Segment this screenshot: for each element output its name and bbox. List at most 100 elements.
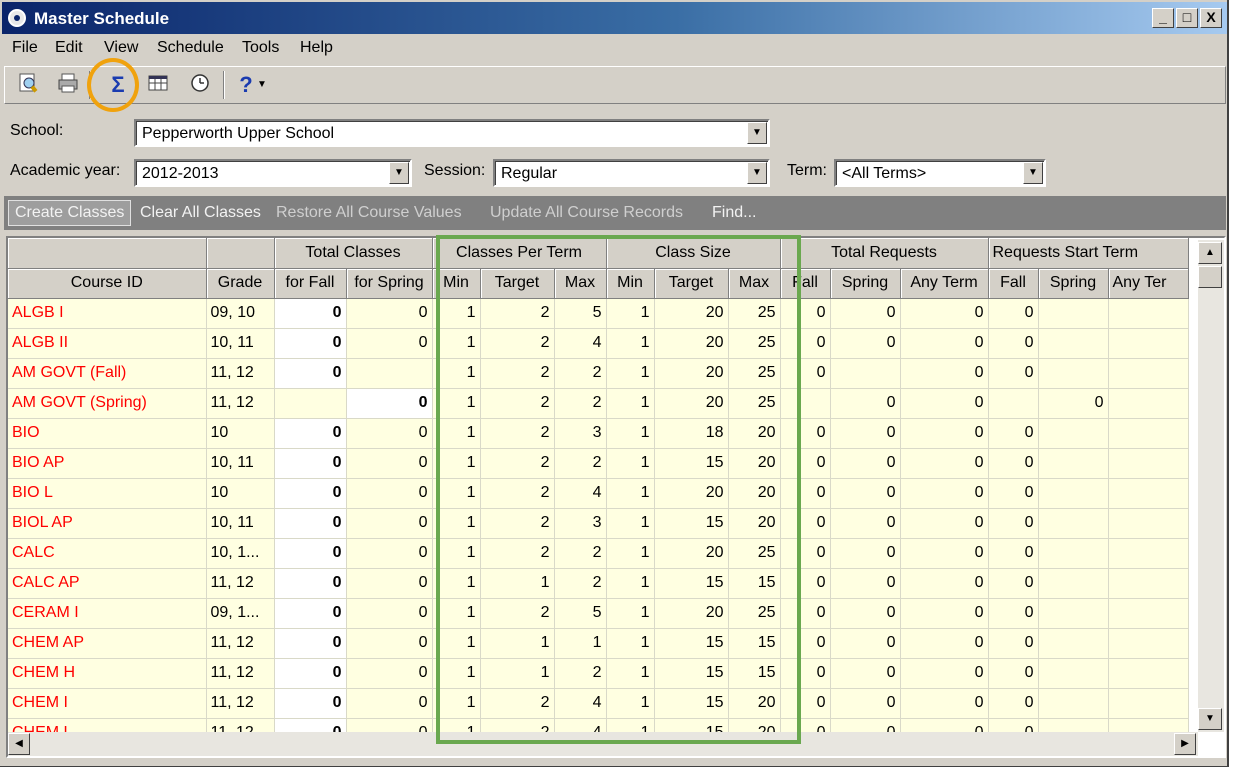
table-cell[interactable]: 0 <box>900 478 989 509</box>
table-cell[interactable] <box>1108 658 1189 689</box>
course-id-cell[interactable]: CALC AP <box>8 568 207 599</box>
table-cell[interactable] <box>1038 688 1109 719</box>
table-cell[interactable]: 0 <box>830 688 901 719</box>
table-cell[interactable]: 11, 12 <box>206 628 275 659</box>
table-cell[interactable]: 09, 10 <box>206 298 275 329</box>
printer-icon[interactable] <box>55 72 81 98</box>
clear-all-classes-button[interactable]: Clear All Classes <box>140 204 261 222</box>
column-header[interactable]: Any Ter <box>1108 268 1189 299</box>
table-cell[interactable]: 0 <box>346 628 433 659</box>
column-header[interactable]: Spring <box>830 268 901 299</box>
term-select[interactable]: <All Terms> ▼ <box>834 159 1046 187</box>
table-cell[interactable] <box>1038 448 1109 479</box>
table-cell[interactable]: 0 <box>900 418 989 449</box>
table-cell[interactable]: 10 <box>206 478 275 509</box>
close-button[interactable]: X <box>1200 8 1222 28</box>
create-classes-button[interactable]: Create Classes <box>8 200 132 226</box>
chevron-down-icon[interactable]: ▼ <box>747 122 767 144</box>
table-cell[interactable]: 0 <box>900 448 989 479</box>
table-cell[interactable]: 0 <box>900 628 989 659</box>
table-cell[interactable]: 0 <box>274 358 347 389</box>
table-cell[interactable] <box>1038 538 1109 569</box>
table-cell[interactable] <box>830 358 901 389</box>
table-cell[interactable]: 0 <box>988 658 1039 689</box>
update-all-course-records-button[interactable]: Update All Course Records <box>490 204 683 222</box>
menu-edit[interactable]: Edit <box>55 39 83 57</box>
column-header[interactable]: Grade <box>206 268 275 299</box>
table-cell[interactable] <box>1108 328 1189 359</box>
table-cell[interactable] <box>1038 658 1109 689</box>
table-cell[interactable]: 11, 12 <box>206 658 275 689</box>
table-cell[interactable]: 0 <box>274 298 347 329</box>
table-cell[interactable]: 0 <box>346 388 433 419</box>
table-cell[interactable] <box>1038 418 1109 449</box>
column-header[interactable]: for Spring <box>346 268 433 299</box>
help-dropdown-arrow-icon[interactable]: ▼ <box>255 72 269 98</box>
table-cell[interactable] <box>1038 598 1109 629</box>
table-cell[interactable]: 0 <box>830 538 901 569</box>
menu-view[interactable]: View <box>104 39 138 57</box>
table-cell[interactable]: 11, 12 <box>206 688 275 719</box>
find-button[interactable]: Find... <box>712 204 756 222</box>
table-cell[interactable]: 0 <box>988 328 1039 359</box>
table-cell[interactable] <box>1108 598 1189 629</box>
chevron-down-icon[interactable]: ▼ <box>389 162 409 184</box>
course-id-cell[interactable]: BIO AP <box>8 448 207 479</box>
table-cell[interactable]: 0 <box>900 388 989 419</box>
table-cell[interactable]: 0 <box>346 538 433 569</box>
table-cell[interactable]: 0 <box>830 388 901 419</box>
table-cell[interactable]: 0 <box>988 418 1039 449</box>
table-cell[interactable]: 0 <box>988 508 1039 539</box>
menu-schedule[interactable]: Schedule <box>157 39 224 57</box>
table-cell[interactable] <box>1038 568 1109 599</box>
restore-all-course-values-button[interactable]: Restore All Course Values <box>276 204 462 222</box>
table-cell[interactable]: 0 <box>274 418 347 449</box>
table-cell[interactable]: 0 <box>346 688 433 719</box>
table-cell[interactable]: 0 <box>346 478 433 509</box>
course-id-cell[interactable]: AM GOVT (Fall) <box>8 358 207 389</box>
table-cell[interactable]: 0 <box>274 598 347 629</box>
table-cell[interactable]: 0 <box>346 418 433 449</box>
course-id-cell[interactable]: CERAM I <box>8 598 207 629</box>
table-cell[interactable] <box>1108 688 1189 719</box>
scroll-right-icon[interactable]: ▶ <box>1174 733 1196 755</box>
table-cell[interactable] <box>1108 388 1189 419</box>
table-cell[interactable] <box>1108 568 1189 599</box>
table-cell[interactable] <box>1108 298 1189 329</box>
table-cell[interactable]: 0 <box>830 298 901 329</box>
menu-help[interactable]: Help <box>300 39 333 57</box>
table-cell[interactable]: 0 <box>900 688 989 719</box>
table-cell[interactable]: 0 <box>900 298 989 329</box>
table-cell[interactable] <box>1038 358 1109 389</box>
table-cell[interactable]: 0 <box>900 568 989 599</box>
table-cell[interactable]: 10 <box>206 418 275 449</box>
table-cell[interactable]: 10, 11 <box>206 328 275 359</box>
table-cell[interactable] <box>1108 628 1189 659</box>
table-cell[interactable]: 10, 11 <box>206 448 275 479</box>
grid-icon[interactable] <box>145 72 171 98</box>
table-cell[interactable]: 0 <box>274 538 347 569</box>
course-id-cell[interactable]: CHEM H <box>8 658 207 689</box>
table-cell[interactable]: 0 <box>274 568 347 599</box>
table-cell[interactable]: 0 <box>346 328 433 359</box>
table-cell[interactable]: 0 <box>988 628 1039 659</box>
table-cell[interactable]: 10, 11 <box>206 508 275 539</box>
table-cell[interactable] <box>1108 418 1189 449</box>
table-cell[interactable] <box>346 358 433 389</box>
session-select[interactable]: Regular ▼ <box>493 159 770 187</box>
course-id-cell[interactable]: CHEM AP <box>8 628 207 659</box>
table-cell[interactable]: 0 <box>988 598 1039 629</box>
table-cell[interactable]: 0 <box>830 568 901 599</box>
table-cell[interactable]: 0 <box>988 568 1039 599</box>
academic-year-select[interactable]: 2012-2013 ▼ <box>134 159 412 187</box>
table-cell[interactable]: 0 <box>900 658 989 689</box>
table-cell[interactable]: 0 <box>346 568 433 599</box>
course-id-cell[interactable]: BIO <box>8 418 207 449</box>
table-cell[interactable]: 0 <box>830 478 901 509</box>
table-cell[interactable]: 0 <box>988 478 1039 509</box>
table-cell[interactable]: 0 <box>988 538 1039 569</box>
column-header[interactable]: Fall <box>988 268 1039 299</box>
table-cell[interactable]: 0 <box>274 328 347 359</box>
table-cell[interactable]: 0 <box>830 628 901 659</box>
minimize-button[interactable]: _ <box>1152 8 1174 28</box>
